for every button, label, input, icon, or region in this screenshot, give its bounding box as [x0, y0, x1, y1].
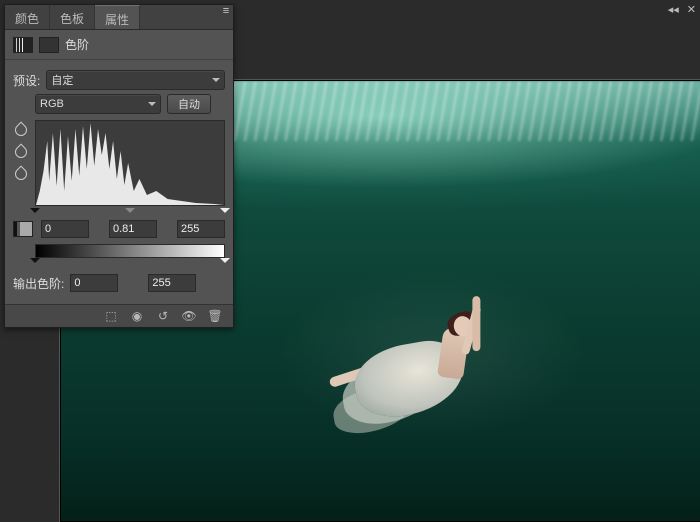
- preset-select[interactable]: 自定: [46, 70, 225, 90]
- input-gamma-field[interactable]: [109, 220, 157, 238]
- adjustment-title: 色阶: [65, 36, 89, 53]
- tab-color[interactable]: 颜色: [5, 5, 50, 29]
- tab-swatches[interactable]: 色板: [50, 5, 95, 29]
- panel-tabs: 颜色 色板 属性 ≡: [5, 5, 233, 30]
- input-white-slider[interactable]: [220, 208, 230, 218]
- output-black-slider[interactable]: [30, 258, 40, 268]
- input-black-field[interactable]: [41, 220, 89, 238]
- gray-point-eyedropper-icon[interactable]: [13, 144, 29, 160]
- histogram: [35, 120, 225, 206]
- panel-footer: ⬚ ◉ ↺ 👁 🗑: [5, 304, 233, 327]
- preset-label: 预设:: [13, 72, 40, 89]
- panel-collapse-icon[interactable]: ◂◂: [668, 3, 679, 16]
- channel-select[interactable]: RGB: [35, 94, 161, 114]
- input-slider[interactable]: [35, 208, 225, 218]
- output-gradient: [35, 244, 225, 258]
- levels-range-icon: [13, 221, 33, 237]
- black-point-eyedropper-icon[interactable]: [13, 122, 29, 138]
- panel-close-icon[interactable]: ✕: [687, 3, 696, 16]
- clip-to-layer-icon[interactable]: ⬚: [103, 309, 119, 323]
- input-gamma-slider[interactable]: [125, 208, 135, 218]
- output-black-field[interactable]: [70, 274, 118, 292]
- output-white-slider[interactable]: [220, 258, 230, 268]
- trash-icon[interactable]: 🗑: [207, 309, 223, 323]
- auto-button[interactable]: 自动: [167, 94, 211, 114]
- visibility-icon[interactable]: 👁: [181, 309, 197, 323]
- mask-icon[interactable]: [39, 37, 59, 53]
- input-black-slider[interactable]: [30, 208, 40, 218]
- input-white-field[interactable]: [177, 220, 225, 238]
- panel-menu-icon[interactable]: ≡: [219, 5, 233, 29]
- output-white-field[interactable]: [148, 274, 196, 292]
- view-previous-icon[interactable]: ◉: [129, 309, 145, 323]
- white-point-eyedropper-icon[interactable]: [13, 166, 29, 182]
- properties-panel: 颜色 色板 属性 ≡ 色阶 预设: 自定 RGB 自动: [4, 4, 234, 328]
- output-slider[interactable]: [35, 258, 225, 268]
- reset-icon[interactable]: ↺: [155, 309, 171, 323]
- tab-properties[interactable]: 属性: [95, 5, 140, 29]
- levels-icon: [13, 37, 33, 53]
- output-label: 输出色阶:: [13, 275, 64, 292]
